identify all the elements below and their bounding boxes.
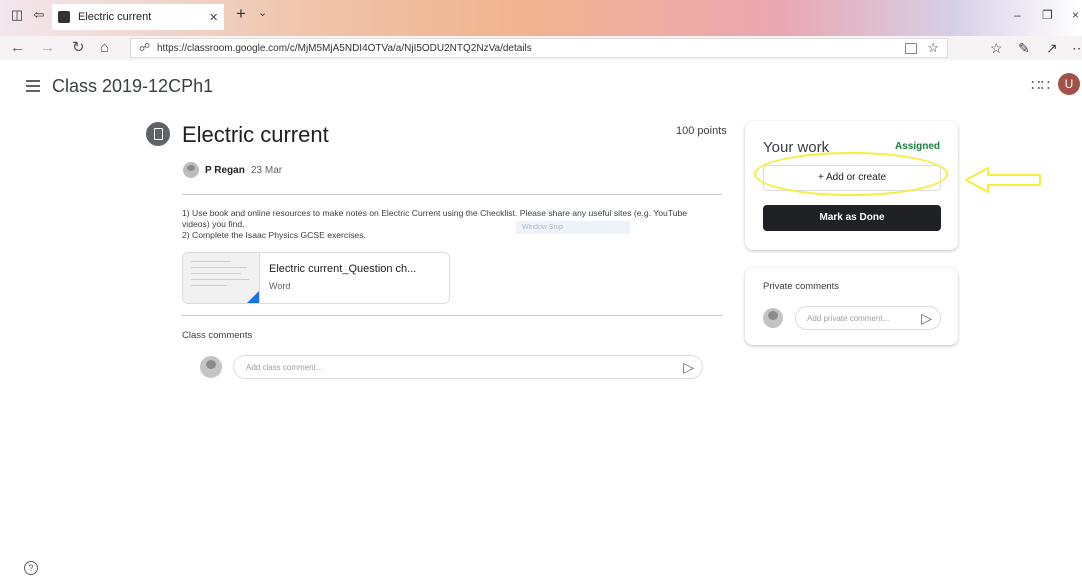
tab-title: Electric current (78, 11, 152, 23)
refresh-icon[interactable]: ↻ (72, 39, 85, 57)
lock-icon: ☍ (139, 42, 151, 54)
tab-close-icon[interactable]: × (209, 9, 218, 26)
back-icon[interactable]: ← (10, 39, 25, 57)
word-doc-icon (247, 291, 259, 303)
assignment-icon (146, 122, 170, 146)
pointer-arrow-icon (965, 167, 1041, 193)
attachment-type: Word (269, 281, 291, 291)
close-window-icon[interactable]: × (1072, 8, 1079, 22)
menu-icon[interactable] (26, 80, 40, 95)
private-comment-input[interactable]: Add private comment... ▷ (795, 306, 941, 330)
mark-as-done-button[interactable]: Mark as Done (763, 205, 941, 231)
divider (182, 315, 722, 316)
assignment-title: Electric current (182, 122, 329, 147)
maximize-icon[interactable]: ❐ (1042, 8, 1053, 22)
browser-title-bar: ◫ ⇦ Electric current × + ⌄ – ❐ × (0, 0, 1082, 36)
url-field[interactable]: ☍ https://classroom.google.com/c/MjM5MjA… (130, 38, 948, 58)
tab-electric-current[interactable]: Electric current × (52, 4, 224, 30)
instructions-line-1: 1) Use book and online resources to make… (182, 208, 688, 229)
class-comments-label: Class comments (182, 330, 253, 341)
private-comment-placeholder: Add private comment... (807, 314, 890, 323)
forward-icon[interactable]: → (40, 39, 55, 57)
class-comment-placeholder: Add class comment... (246, 363, 323, 372)
favorites-icon[interactable]: ☆ (990, 40, 1003, 57)
class-comment-input[interactable]: Add class comment... ▷ (233, 355, 703, 379)
author-avatar (183, 162, 199, 178)
points-label: 100 points (676, 125, 727, 137)
author-name: P Regan (205, 165, 245, 176)
url-text: https://classroom.google.com/c/MjM5MjA5N… (157, 43, 532, 54)
commenter-avatar (200, 356, 222, 378)
share-icon[interactable]: ↗ (1046, 40, 1058, 57)
instructions-line-2: 2) Complete the Isaac Physics GCSE exerc… (182, 230, 366, 240)
more-icon[interactable]: ⋯ (1072, 40, 1082, 57)
private-comments-card: Private comments Add private comment... … (745, 268, 958, 345)
instructions: 1) Use book and online resources to make… (182, 208, 717, 241)
minimize-icon[interactable]: – (1014, 8, 1021, 22)
highlight-ellipse (754, 152, 948, 196)
help-icon[interactable]: ? (24, 561, 38, 575)
pen-icon[interactable]: ✎ (1018, 40, 1030, 57)
user-avatar[interactable]: U (1058, 73, 1080, 95)
attachment-title: Electric current_Question ch... (269, 263, 417, 275)
send-icon[interactable]: ▷ (683, 360, 694, 374)
new-tab-icon[interactable]: + (236, 4, 246, 24)
status-badge: Assigned (894, 141, 940, 152)
apps-grid-icon[interactable]: ∷∷ (1031, 76, 1050, 94)
address-bar-row: ← → ↻ ⌂ ☍ https://classroom.google.com/c… (0, 36, 1082, 60)
tab-actions-icon[interactable]: ◫ (10, 8, 24, 22)
classroom-favicon-icon (58, 11, 70, 23)
tab-preview-chevron-icon[interactable]: ⌄ (258, 6, 267, 19)
private-comments-title: Private comments (763, 281, 840, 292)
favorite-star-icon[interactable]: ☆ (927, 40, 939, 56)
attachment-thumbnail (183, 253, 260, 303)
send-icon[interactable]: ▷ (921, 311, 932, 325)
attachment-card[interactable]: Electric current_Question ch... Word (182, 252, 450, 304)
home-icon[interactable]: ⌂ (100, 39, 109, 57)
class-title[interactable]: Class 2019-12CPh1 (52, 76, 213, 97)
window-snip-overlay: Window Snip (516, 221, 630, 234)
post-date: 23 Mar (251, 165, 283, 176)
reading-view-icon[interactable] (905, 43, 917, 54)
set-aside-tabs-icon[interactable]: ⇦ (32, 8, 46, 22)
private-commenter-avatar (763, 308, 783, 328)
classroom-header: Class 2019-12CPh1 ∷∷ U (0, 60, 1082, 110)
divider (182, 194, 722, 195)
